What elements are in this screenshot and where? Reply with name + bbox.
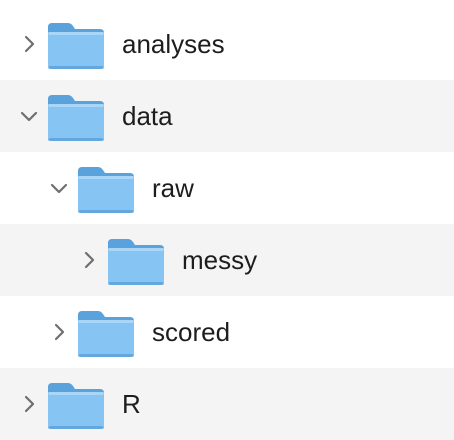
folder-label: raw [152, 173, 194, 203]
tree-row-r[interactable]: R [0, 368, 454, 440]
folder-label: R [122, 389, 141, 419]
chevron-right-icon[interactable] [19, 34, 39, 54]
folder-label: analyses [122, 29, 225, 59]
chevron-down-icon[interactable] [49, 178, 69, 198]
tree-row-data[interactable]: data [0, 80, 454, 152]
folder-icon [46, 93, 106, 143]
tree-row-messy[interactable]: messy [0, 224, 454, 296]
folder-icon [46, 21, 106, 71]
folder-label: data [122, 101, 173, 131]
folder-label: messy [182, 245, 258, 275]
tree-row-raw[interactable]: raw [0, 152, 454, 224]
folder-label: scored [152, 317, 231, 347]
chevron-right-icon[interactable] [49, 322, 69, 342]
folder-icon [76, 165, 136, 215]
chevron-right-icon[interactable] [79, 250, 99, 270]
chevron-down-icon[interactable] [19, 106, 39, 126]
folder-icon [76, 309, 136, 359]
folder-tree: analyses data raw messy scored R [0, 0, 454, 440]
folder-icon [46, 381, 106, 431]
chevron-right-icon[interactable] [19, 394, 39, 414]
tree-row-analyses[interactable]: analyses [0, 8, 454, 80]
folder-icon [106, 237, 166, 287]
tree-row-scored[interactable]: scored [0, 296, 454, 368]
